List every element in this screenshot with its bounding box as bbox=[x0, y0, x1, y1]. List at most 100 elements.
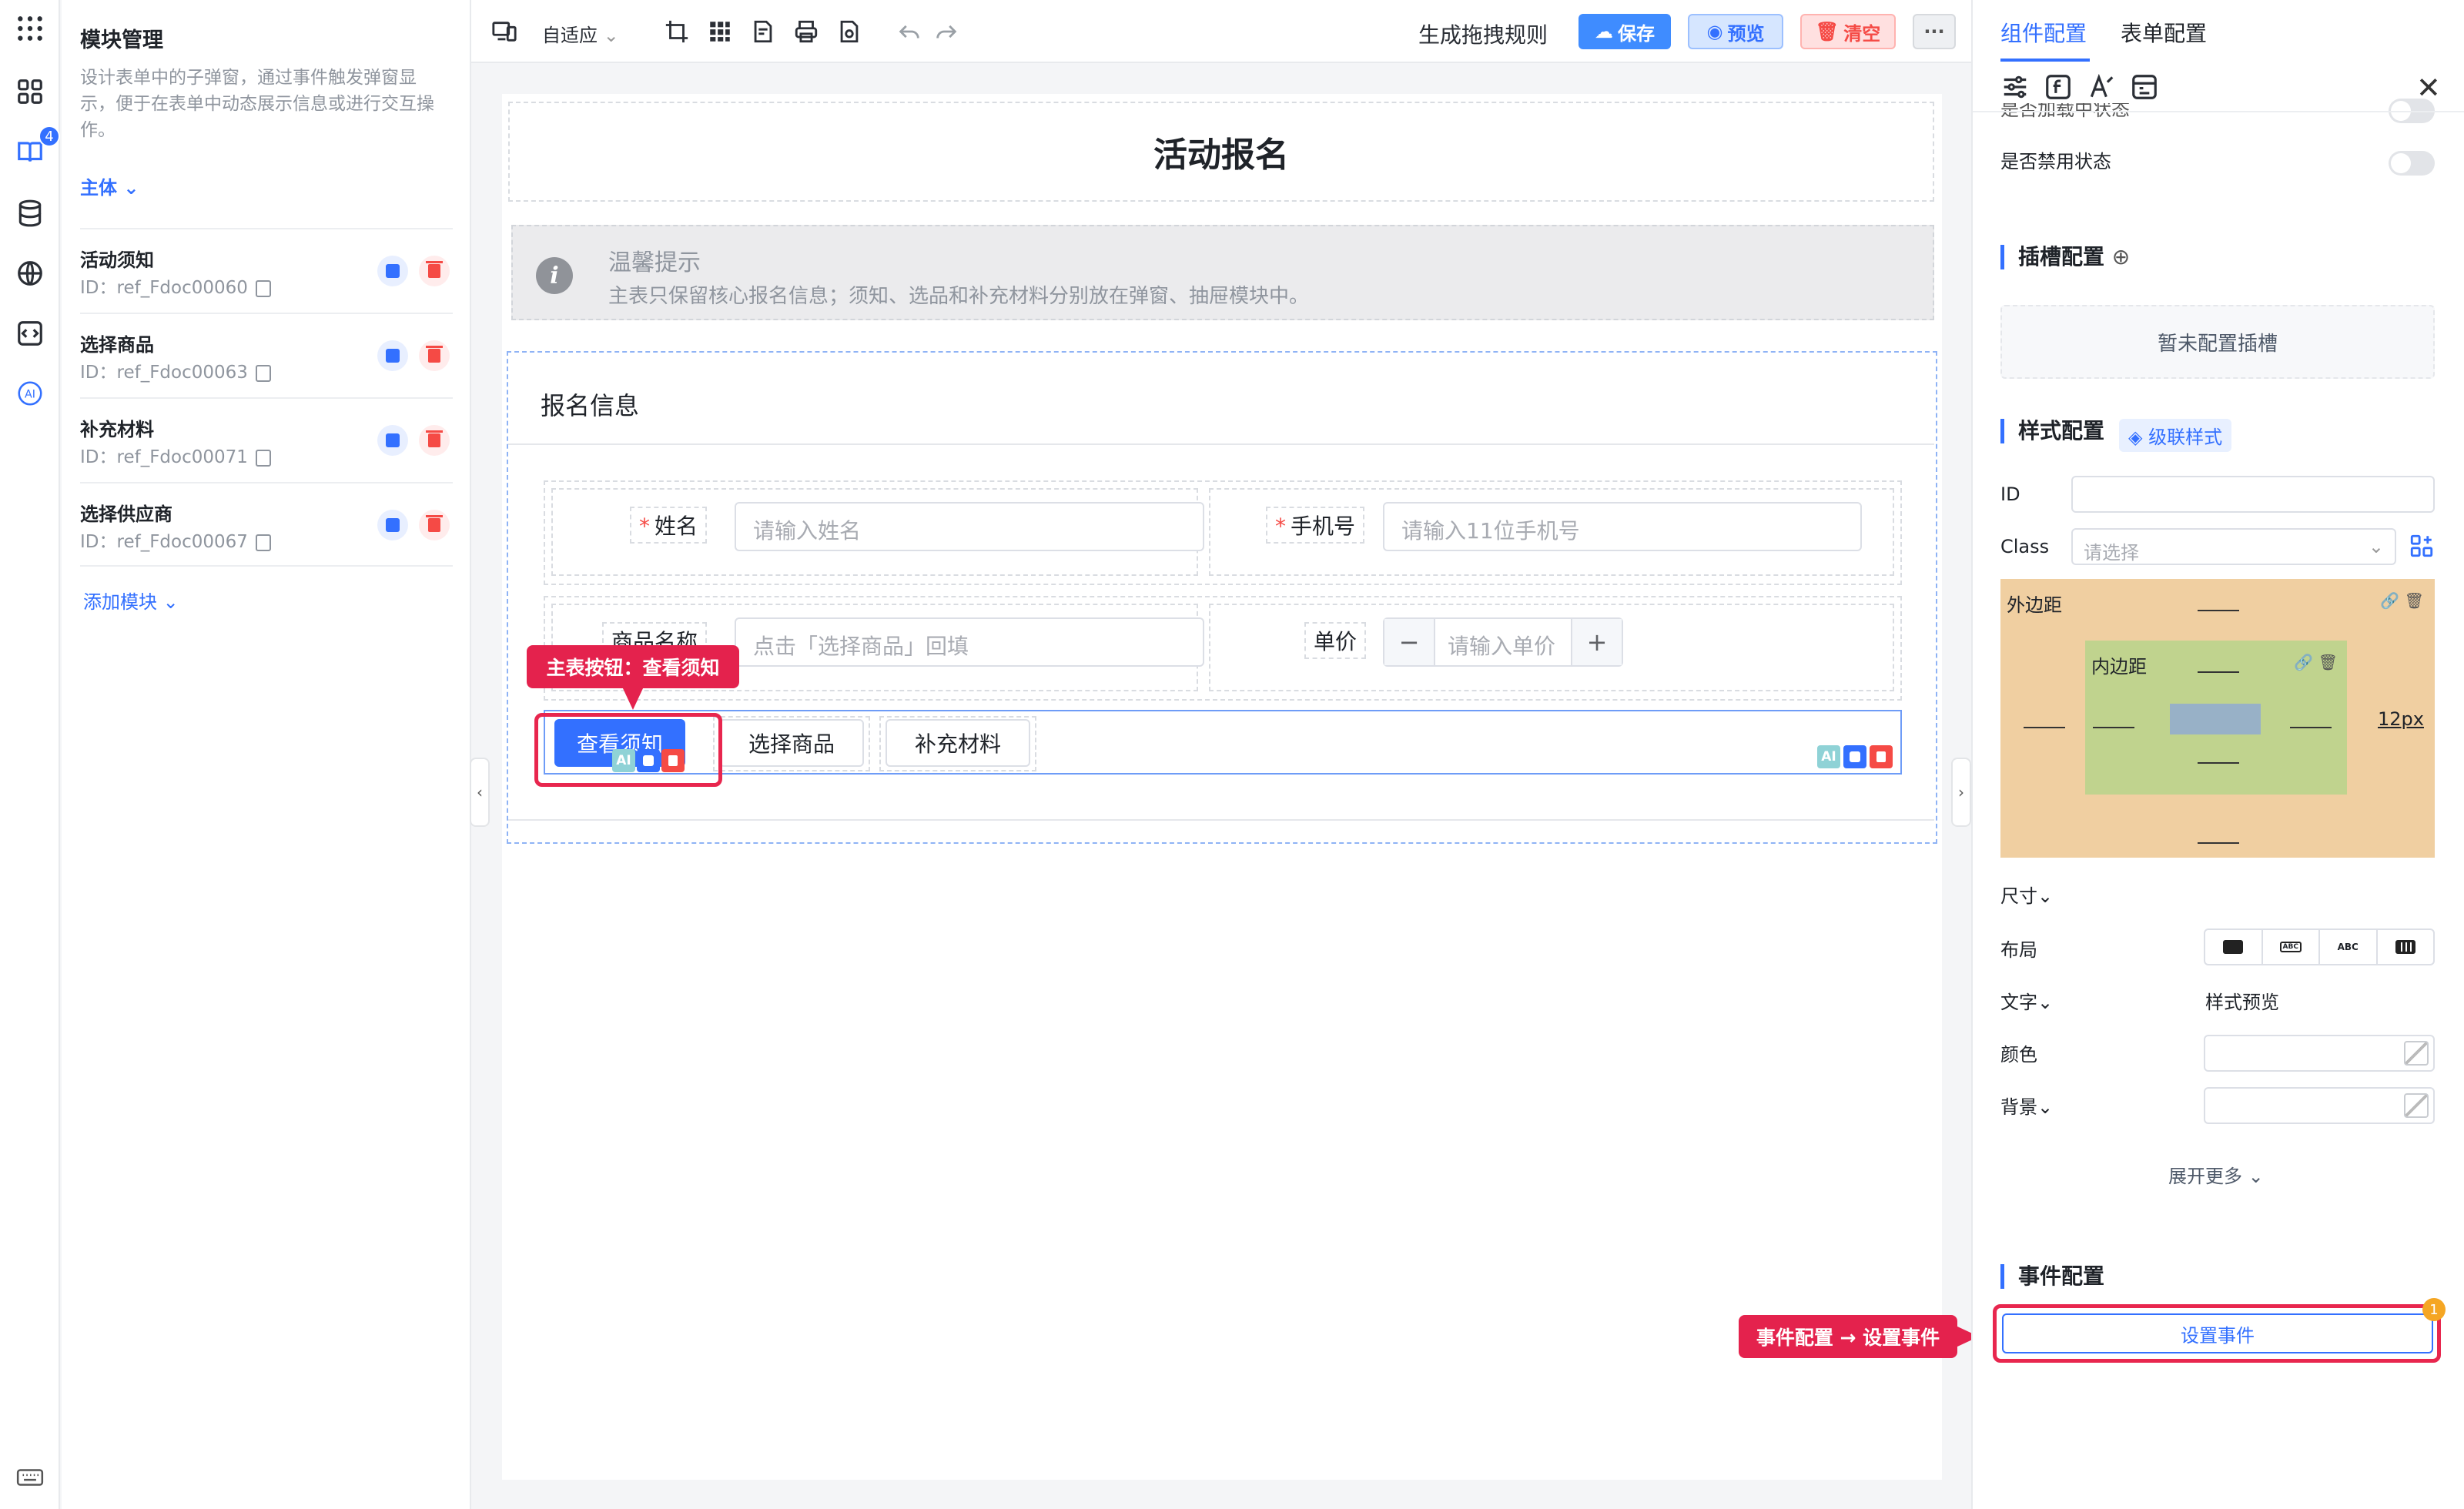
redo-icon[interactable] bbox=[932, 17, 961, 46]
ai-mini-button[interactable]: AI bbox=[612, 749, 635, 772]
form-title[interactable]: 活动报名 bbox=[508, 102, 1934, 202]
copy-icon[interactable] bbox=[255, 449, 271, 467]
set-event-button[interactable]: 设置事件 bbox=[2002, 1313, 2433, 1353]
margin-right-value[interactable]: 12px bbox=[2378, 708, 2424, 730]
collapse-left-button[interactable]: ‹ bbox=[470, 758, 490, 827]
delete-button[interactable] bbox=[419, 425, 450, 456]
disabled-state-switch[interactable] bbox=[2389, 151, 2435, 176]
text-toggle[interactable]: 文字⌄ bbox=[2000, 987, 2053, 1014]
tab-component-config[interactable]: 组件配置 bbox=[2000, 17, 2087, 48]
margin-box[interactable]: 外边距 🔗 🗑 12px 内边距 🔗 🗑 bbox=[2000, 579, 2435, 858]
list-item[interactable]: 选择供应商 ID：ref_Fdoc00067 bbox=[80, 482, 453, 567]
props-icon[interactable] bbox=[2000, 72, 2030, 102]
padding-bottom-value[interactable] bbox=[2198, 762, 2239, 764]
delete-button[interactable] bbox=[419, 340, 450, 371]
margin-bottom-value[interactable] bbox=[2198, 842, 2239, 844]
undo-icon[interactable] bbox=[895, 17, 924, 46]
list-item[interactable]: 补充材料 ID：ref_Fdoc00071 bbox=[80, 397, 453, 482]
layout-inline-block-option[interactable]: ABC bbox=[2263, 930, 2320, 964]
supplement-button[interactable]: 补充材料 bbox=[886, 719, 1030, 767]
export-icon[interactable] bbox=[835, 17, 864, 46]
delete-button[interactable] bbox=[419, 256, 450, 286]
cascade-style-tag[interactable]: ◈ 级联样式 bbox=[2119, 419, 2232, 452]
tab-form-config[interactable]: 表单配置 bbox=[2121, 17, 2207, 48]
color-swatch[interactable] bbox=[2404, 1041, 2429, 1066]
layout-block-option[interactable] bbox=[2205, 930, 2263, 964]
list-item[interactable]: 选择商品 ID：ref_Fdoc00063 bbox=[80, 313, 453, 397]
field-cell-name[interactable]: * 姓名 请输入姓名 bbox=[551, 488, 1204, 576]
edit-doc-icon[interactable] bbox=[748, 17, 778, 46]
add-module-button[interactable]: 添加模块 ⌄ bbox=[83, 587, 179, 614]
size-toggle[interactable]: 尺寸⌄ bbox=[2000, 881, 2053, 908]
subject-dropdown[interactable]: 主体 ⌄ bbox=[80, 172, 139, 199]
layout-flex-option[interactable] bbox=[2378, 930, 2434, 964]
device-icon[interactable] bbox=[490, 17, 519, 46]
form-row[interactable]: 商品名称 点击「选择商品」回填 单价 − 请输入单价 + bbox=[544, 596, 1902, 701]
color-input[interactable] bbox=[2204, 1035, 2435, 1072]
layout-options[interactable]: ABC ABC bbox=[2204, 928, 2435, 965]
plus-button[interactable]: + bbox=[1572, 619, 1622, 665]
padding-left-value[interactable] bbox=[2093, 727, 2134, 728]
delete-mini-button[interactable] bbox=[1870, 745, 1893, 768]
class-select[interactable]: 请选择 ⌄ bbox=[2071, 528, 2396, 565]
price-stepper[interactable]: − 请输入单价 + bbox=[1383, 617, 1623, 667]
padding-right-value[interactable] bbox=[2290, 727, 2332, 728]
plus-circle-icon[interactable]: ⊕ bbox=[2112, 244, 2130, 269]
minus-button[interactable]: − bbox=[1384, 619, 1434, 665]
select-product-button[interactable]: 选择商品 bbox=[719, 719, 864, 767]
apps-grid-icon[interactable] bbox=[14, 12, 46, 45]
class-add-icon[interactable] bbox=[2409, 533, 2435, 559]
copy-mini-button[interactable] bbox=[1843, 745, 1866, 768]
ai-mini-button[interactable]: AI bbox=[1817, 745, 1840, 768]
generate-drag-rules-button[interactable]: 生成拖拽规则 bbox=[1418, 18, 1548, 49]
copy-icon[interactable] bbox=[255, 534, 271, 551]
grid-icon[interactable] bbox=[705, 17, 735, 46]
link-trash-icons[interactable]: 🔗 🗑 bbox=[2380, 591, 2424, 610]
duplicate-button[interactable] bbox=[377, 510, 408, 540]
ai-icon[interactable]: AI bbox=[14, 377, 46, 410]
adapt-select[interactable]: 自适应 ⌄ bbox=[542, 20, 619, 47]
dashboard-icon[interactable] bbox=[14, 75, 46, 108]
link-trash-icons[interactable]: 🔗 🗑 bbox=[2294, 653, 2338, 671]
database-icon[interactable] bbox=[14, 197, 46, 229]
duplicate-button[interactable] bbox=[377, 425, 408, 456]
background-input[interactable] bbox=[2204, 1087, 2435, 1124]
product-input[interactable]: 点击「选择商品」回填 bbox=[735, 617, 1204, 667]
delete-mini-button[interactable] bbox=[661, 749, 685, 772]
margin-top-value[interactable] bbox=[2198, 610, 2239, 611]
tip-alert[interactable]: i 温馨提示 主表只保留核心报名信息；须知、选品和补充材料分别放在弹窗、抽屉模块… bbox=[511, 225, 1934, 320]
background-toggle[interactable]: 背景⌄ bbox=[2000, 1092, 2053, 1119]
delete-button[interactable] bbox=[419, 510, 450, 540]
field-cell-phone[interactable]: * 手机号 请输入11位手机号 bbox=[1209, 488, 1894, 576]
phone-input[interactable]: 请输入11位手机号 bbox=[1383, 502, 1862, 551]
duplicate-button[interactable] bbox=[377, 256, 408, 286]
padding-top-value[interactable] bbox=[2198, 671, 2239, 673]
copy-icon[interactable] bbox=[255, 279, 271, 297]
layout-inline-option[interactable]: ABC bbox=[2320, 930, 2378, 964]
margin-left-value[interactable] bbox=[2024, 727, 2065, 728]
code-icon[interactable] bbox=[14, 317, 46, 350]
padding-box[interactable]: 内边距 🔗 🗑 bbox=[2085, 641, 2347, 795]
crop-icon[interactable] bbox=[662, 17, 691, 46]
keyboard-icon[interactable] bbox=[14, 1461, 46, 1494]
expand-more-button[interactable]: 展开更多 ⌄ bbox=[2168, 1161, 2264, 1188]
print-icon[interactable] bbox=[792, 17, 821, 46]
id-input[interactable] bbox=[2071, 476, 2435, 513]
form-row[interactable]: * 姓名 请输入姓名 * 手机号 请输入11位手机号 bbox=[544, 480, 1902, 585]
price-input[interactable]: 请输入单价 bbox=[1434, 619, 1572, 665]
name-input[interactable]: 请输入姓名 bbox=[735, 502, 1204, 551]
layout-panel-icon[interactable] bbox=[2130, 72, 2159, 102]
clear-button[interactable]: 🗑 清空 bbox=[1800, 14, 1896, 49]
collapse-right-button[interactable]: › bbox=[1951, 758, 1971, 827]
list-item[interactable]: 活动须知 ID：ref_Fdoc00060 bbox=[80, 228, 453, 313]
text-style-icon[interactable] bbox=[2087, 72, 2116, 102]
duplicate-button[interactable] bbox=[377, 340, 408, 371]
copy-mini-button[interactable] bbox=[637, 749, 660, 772]
globe-icon[interactable] bbox=[14, 257, 46, 289]
more-button[interactable]: ··· bbox=[1913, 14, 1956, 49]
color-swatch[interactable] bbox=[2404, 1093, 2429, 1118]
button-row[interactable]: 查看须知 选择商品 补充材料 AI bbox=[544, 710, 1902, 775]
field-cell-price[interactable]: 单价 − 请输入单价 + bbox=[1209, 604, 1894, 691]
preview-button[interactable]: ◉ 预览 bbox=[1688, 14, 1783, 49]
function-icon[interactable] bbox=[2044, 72, 2073, 102]
